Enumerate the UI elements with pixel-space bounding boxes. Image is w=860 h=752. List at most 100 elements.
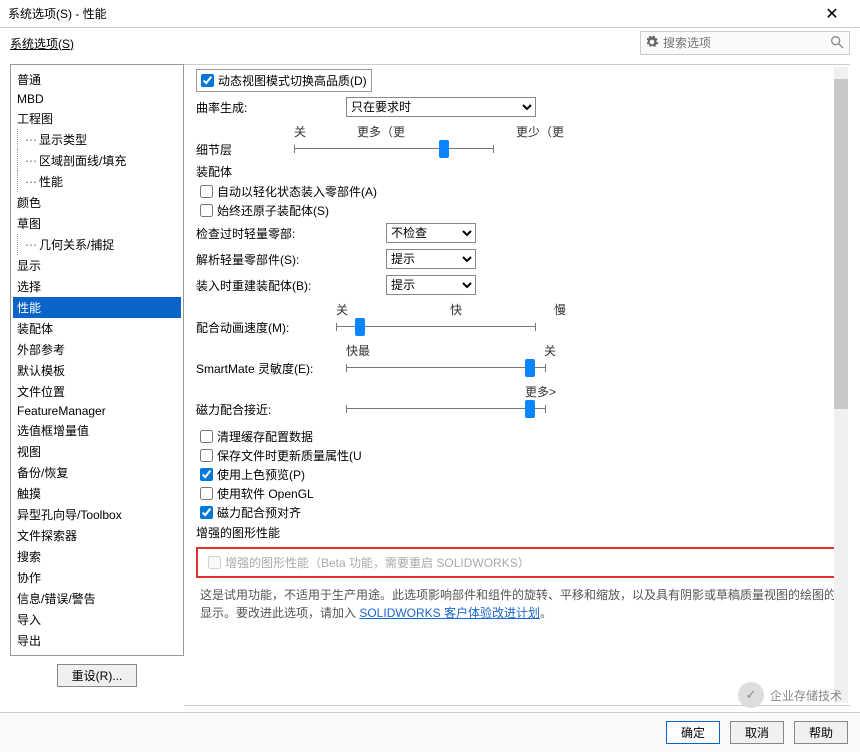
tree-item-10[interactable]: 选择 — [13, 276, 181, 297]
rebuild-on-load-label: 装入时重建装配体(B): — [196, 277, 386, 294]
clear-cache-checkbox[interactable] — [200, 430, 213, 443]
tree-item-6[interactable]: 颜色 — [13, 192, 181, 213]
enhanced-beta-checkbox — [208, 556, 221, 569]
tree-item-8[interactable]: ⋯几何关系/捕捉 — [13, 234, 181, 255]
options-tree: 普通 MBD 工程图 ⋯显示类型⋯区域剖面线/填充⋯性能颜色草图 ⋯几何关系/捕捉显示选… — [10, 64, 184, 656]
tree-item-12[interactable]: 装配体 — [13, 318, 181, 339]
tree-item-3[interactable]: ⋯显示类型 — [13, 129, 181, 150]
auto-lightweight-checkbox[interactable] — [200, 185, 213, 198]
ok-button[interactable]: 确定 — [666, 721, 720, 744]
tab-system-options[interactable]: 系统选项(S) — [10, 35, 74, 52]
curvature-row: 曲率生成: 只在要求时 — [196, 94, 842, 120]
smartmate-slider[interactable] — [346, 359, 546, 377]
tree-item-label: 选值框增量值 — [17, 424, 89, 438]
tree-item-16[interactable]: FeatureManager — [13, 402, 181, 420]
tree-item-20[interactable]: 触摸 — [13, 483, 181, 504]
tree-item-label: 草图 — [17, 217, 41, 231]
tree-item-label: 性能 — [39, 175, 63, 189]
resolve-lightweight-label: 解析轻量零部件(S): — [196, 251, 386, 268]
rebuild-on-load-select[interactable]: 提示 — [386, 275, 476, 295]
tree-item-23[interactable]: 搜索 — [13, 546, 181, 567]
update-mass-checkbox[interactable] — [200, 449, 213, 462]
tree-item-label: 导入 — [17, 613, 41, 627]
mate-anim-slow: 慢 — [554, 301, 566, 318]
assembly-group-label: 装配体 — [196, 161, 842, 182]
topbar: 系统选项(S) — [0, 28, 860, 58]
tree-item-21[interactable]: 异型孔向导/Toolbox — [13, 504, 181, 525]
tree-item-label: FeatureManager — [17, 404, 106, 418]
cancel-button[interactable]: 取消 — [730, 721, 784, 744]
search-box[interactable] — [640, 31, 850, 55]
software-opengl-label: 使用软件 OpenGL — [217, 485, 314, 502]
dynamic-hq-checkbox[interactable] — [201, 74, 214, 87]
tree-item-4[interactable]: ⋯区域剖面线/填充 — [13, 150, 181, 171]
scroll-thumb[interactable] — [834, 79, 848, 409]
footer: 确定 取消 帮助 — [0, 712, 860, 752]
tree-item-13[interactable]: 外部参考 — [13, 339, 181, 360]
tree-item-22[interactable]: 文件探索器 — [13, 525, 181, 546]
close-icon[interactable]: ✕ — [812, 4, 852, 24]
tree-item-25[interactable]: 信息/错误/警告 — [13, 588, 181, 609]
tree-item-label: 备份/恢复 — [17, 466, 68, 480]
tree-item-label: MBD — [17, 92, 44, 106]
search-input[interactable] — [663, 36, 829, 50]
tree-item-label: 视图 — [17, 445, 41, 459]
tree-item-14[interactable]: 默认模板 — [13, 360, 181, 381]
tree-item-2[interactable]: 工程图 — [13, 108, 181, 129]
tree-item-label: 工程图 — [17, 112, 53, 126]
tree-item-5[interactable]: ⋯性能 — [13, 171, 181, 192]
magnetic-slider[interactable] — [346, 400, 546, 418]
tree-item-27[interactable]: 导出 — [13, 630, 181, 651]
mate-anim-label: 配合动画速度(M): — [196, 319, 336, 336]
dynamic-hq-label: 动态视图模式切换高品质(D) — [218, 72, 367, 89]
shaded-preview-checkbox[interactable] — [200, 468, 213, 481]
search-icon[interactable] — [829, 34, 845, 53]
tree-item-label: 性能 — [17, 301, 41, 315]
tree-item-label: 默认模板 — [17, 364, 65, 378]
tree-item-26[interactable]: 导入 — [13, 609, 181, 630]
tree-item-17[interactable]: 选值框增量值 — [13, 420, 181, 441]
shaded-preview-label: 使用上色预览(P) — [217, 466, 305, 483]
check-outdated-label: 检查过时轻量零部: — [196, 225, 386, 242]
magnetic-prealign-checkbox[interactable] — [200, 506, 213, 519]
resolve-lightweight-select[interactable]: 提示 — [386, 249, 476, 269]
mate-anim-slider[interactable] — [336, 318, 536, 336]
curvature-select[interactable]: 只在要求时 — [346, 97, 536, 117]
tree-item-24[interactable]: 协作 — [13, 567, 181, 588]
tree-item-18[interactable]: 视图 — [13, 441, 181, 462]
tree-item-label: 协作 — [17, 571, 41, 585]
tree-item-1[interactable]: MBD — [13, 90, 181, 108]
tree-item-label: 搜索 — [17, 550, 41, 564]
tree-item-label: 文件探索器 — [17, 529, 77, 543]
tree-item-15[interactable]: 文件位置 — [13, 381, 181, 402]
detail-slider[interactable] — [294, 140, 494, 158]
tree-item-11[interactable]: 性能 — [13, 297, 181, 318]
software-opengl-checkbox[interactable] — [200, 487, 213, 500]
detail-more-label: 更多（更 — [357, 123, 405, 140]
mate-anim-off: 关 — [336, 301, 348, 318]
detail-row: 关 更多（更 更少（更 细节层 — [196, 120, 842, 161]
check-outdated-select[interactable]: 不检查 — [386, 223, 476, 243]
always-restore-sub-checkbox[interactable] — [200, 204, 213, 217]
tree-item-7[interactable]: 草图 — [13, 213, 181, 234]
titlebar: 系统选项(S) - 性能 ✕ — [0, 0, 860, 28]
magnetic-blank — [346, 383, 349, 400]
reset-button[interactable]: 重设(R)... — [57, 664, 138, 687]
enhanced-group-label: 增强的图形性能 — [196, 522, 842, 543]
magnetic-prealign-label: 磁力配合预对齐 — [217, 504, 301, 521]
always-restore-sub-label: 始终还原子装配体(S) — [217, 202, 329, 219]
tree-item-label: 触摸 — [17, 487, 41, 501]
tree-item-label: 外部参考 — [17, 343, 65, 357]
tree-item-label: 显示 — [17, 259, 41, 273]
help-button[interactable]: 帮助 — [794, 721, 848, 744]
tree-item-label: 异型孔向导/Toolbox — [17, 508, 122, 522]
enhanced-desc-end: 。 — [540, 606, 552, 620]
smartmate-fast: 快最 — [346, 342, 370, 359]
tree-item-0[interactable]: 普通 — [13, 69, 181, 90]
tree-item-9[interactable]: 显示 — [13, 255, 181, 276]
tree-item-label: 显示类型 — [39, 133, 87, 147]
tree-item-label: 区域剖面线/填充 — [39, 154, 126, 168]
enhanced-desc-link[interactable]: SOLIDWORKS 客户体验改进计划 — [359, 606, 540, 620]
scrollbar[interactable] — [834, 67, 848, 703]
tree-item-19[interactable]: 备份/恢复 — [13, 462, 181, 483]
